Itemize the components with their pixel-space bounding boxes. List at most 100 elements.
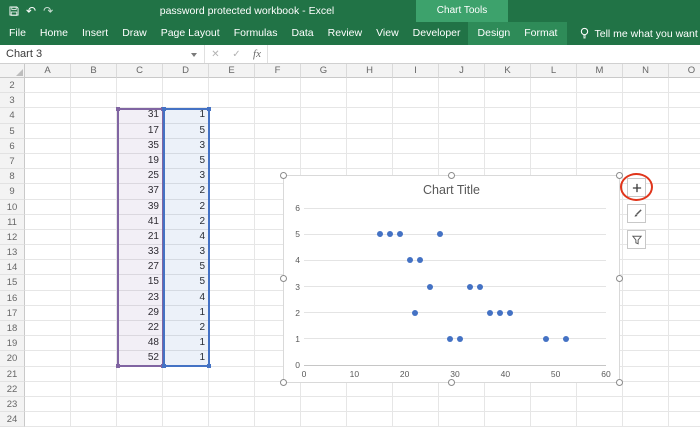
cell[interactable] <box>439 154 485 169</box>
cell[interactable] <box>485 412 531 427</box>
row-header-14[interactable]: 14 <box>0 260 25 275</box>
row-header-3[interactable]: 3 <box>0 93 25 108</box>
cell[interactable] <box>531 382 577 397</box>
scatter-point[interactable] <box>412 310 418 316</box>
cell[interactable] <box>531 93 577 108</box>
cell[interactable] <box>71 260 117 275</box>
row-header-18[interactable]: 18 <box>0 321 25 336</box>
cell[interactable] <box>25 230 71 245</box>
cell[interactable] <box>439 78 485 93</box>
cell[interactable] <box>301 78 347 93</box>
enter-button[interactable]: ✓ <box>226 45 247 63</box>
scatter-point[interactable] <box>407 257 413 263</box>
cell[interactable] <box>25 245 71 260</box>
cell[interactable] <box>623 139 669 154</box>
range-corner-handle[interactable] <box>162 107 166 111</box>
row-header-19[interactable]: 19 <box>0 336 25 351</box>
cell[interactable] <box>347 93 393 108</box>
cell[interactable] <box>255 412 301 427</box>
cell[interactable] <box>117 382 163 397</box>
cell[interactable] <box>71 306 117 321</box>
cell[interactable] <box>209 245 255 260</box>
cell[interactable]: 1 <box>163 108 209 123</box>
cell[interactable] <box>669 412 700 427</box>
cell[interactable] <box>669 200 700 215</box>
cell[interactable]: 35 <box>117 139 163 154</box>
ribbon-tab-insert[interactable]: Insert <box>75 22 115 45</box>
cell[interactable]: 39 <box>117 200 163 215</box>
scatter-point[interactable] <box>457 336 463 342</box>
cell[interactable]: 5 <box>163 154 209 169</box>
cell[interactable] <box>25 124 71 139</box>
cell[interactable] <box>71 108 117 123</box>
row-header-4[interactable]: 4 <box>0 108 25 123</box>
chart-elements-button[interactable] <box>627 178 646 197</box>
cell[interactable]: 2 <box>163 184 209 199</box>
scatter-point[interactable] <box>437 231 443 237</box>
cell[interactable] <box>347 154 393 169</box>
cell[interactable] <box>255 154 301 169</box>
resize-handle-top-right[interactable] <box>616 172 623 179</box>
cell[interactable] <box>669 351 700 366</box>
undo-button[interactable]: ↶ <box>26 5 36 17</box>
cell[interactable] <box>393 139 439 154</box>
cell[interactable] <box>25 306 71 321</box>
cell[interactable] <box>25 275 71 290</box>
chart[interactable]: Chart Title 01234560102030405060 <box>283 175 620 383</box>
cell[interactable] <box>439 382 485 397</box>
cell[interactable] <box>301 154 347 169</box>
row-header-2[interactable]: 2 <box>0 78 25 93</box>
cell[interactable] <box>117 412 163 427</box>
cell[interactable] <box>209 139 255 154</box>
resize-handle-bottom-middle[interactable] <box>448 379 455 386</box>
cell[interactable]: 5 <box>163 275 209 290</box>
cell[interactable] <box>669 291 700 306</box>
cell[interactable] <box>209 184 255 199</box>
scatter-point[interactable] <box>417 257 423 263</box>
cell[interactable] <box>209 306 255 321</box>
cell[interactable] <box>301 124 347 139</box>
cell[interactable] <box>71 275 117 290</box>
cell[interactable] <box>209 397 255 412</box>
chart-filters-button[interactable] <box>627 230 646 249</box>
cell[interactable] <box>71 230 117 245</box>
scatter-point[interactable] <box>543 336 549 342</box>
cell[interactable] <box>347 397 393 412</box>
cell[interactable] <box>255 139 301 154</box>
cell[interactable] <box>25 397 71 412</box>
cell[interactable] <box>301 382 347 397</box>
cell[interactable] <box>623 78 669 93</box>
cell[interactable] <box>209 78 255 93</box>
cell[interactable]: 48 <box>117 336 163 351</box>
cell[interactable] <box>439 139 485 154</box>
cell[interactable] <box>669 382 700 397</box>
select-all-corner[interactable] <box>0 64 25 78</box>
cell[interactable] <box>623 321 669 336</box>
cell[interactable] <box>209 412 255 427</box>
ribbon-tab-developer[interactable]: Developer <box>406 22 468 45</box>
cell[interactable] <box>669 321 700 336</box>
cell[interactable] <box>209 260 255 275</box>
cell[interactable] <box>485 397 531 412</box>
cell[interactable] <box>393 78 439 93</box>
cell[interactable] <box>623 93 669 108</box>
cell[interactable]: 3 <box>163 245 209 260</box>
cell[interactable] <box>347 412 393 427</box>
resize-handle-top-left[interactable] <box>280 172 287 179</box>
cell[interactable] <box>117 397 163 412</box>
column-header-B[interactable]: B <box>71 64 117 78</box>
scatter-point[interactable] <box>387 231 393 237</box>
cell[interactable] <box>163 93 209 108</box>
cell[interactable] <box>71 412 117 427</box>
column-header-K[interactable]: K <box>485 64 531 78</box>
cell[interactable] <box>439 93 485 108</box>
cell[interactable]: 25 <box>117 169 163 184</box>
cell[interactable] <box>669 215 700 230</box>
row-header-22[interactable]: 22 <box>0 382 25 397</box>
cell[interactable] <box>255 382 301 397</box>
cell[interactable]: 2 <box>163 215 209 230</box>
cell[interactable] <box>485 93 531 108</box>
scatter-point[interactable] <box>563 336 569 342</box>
column-header-A[interactable]: A <box>25 64 71 78</box>
chart-title[interactable]: Chart Title <box>284 183 619 197</box>
